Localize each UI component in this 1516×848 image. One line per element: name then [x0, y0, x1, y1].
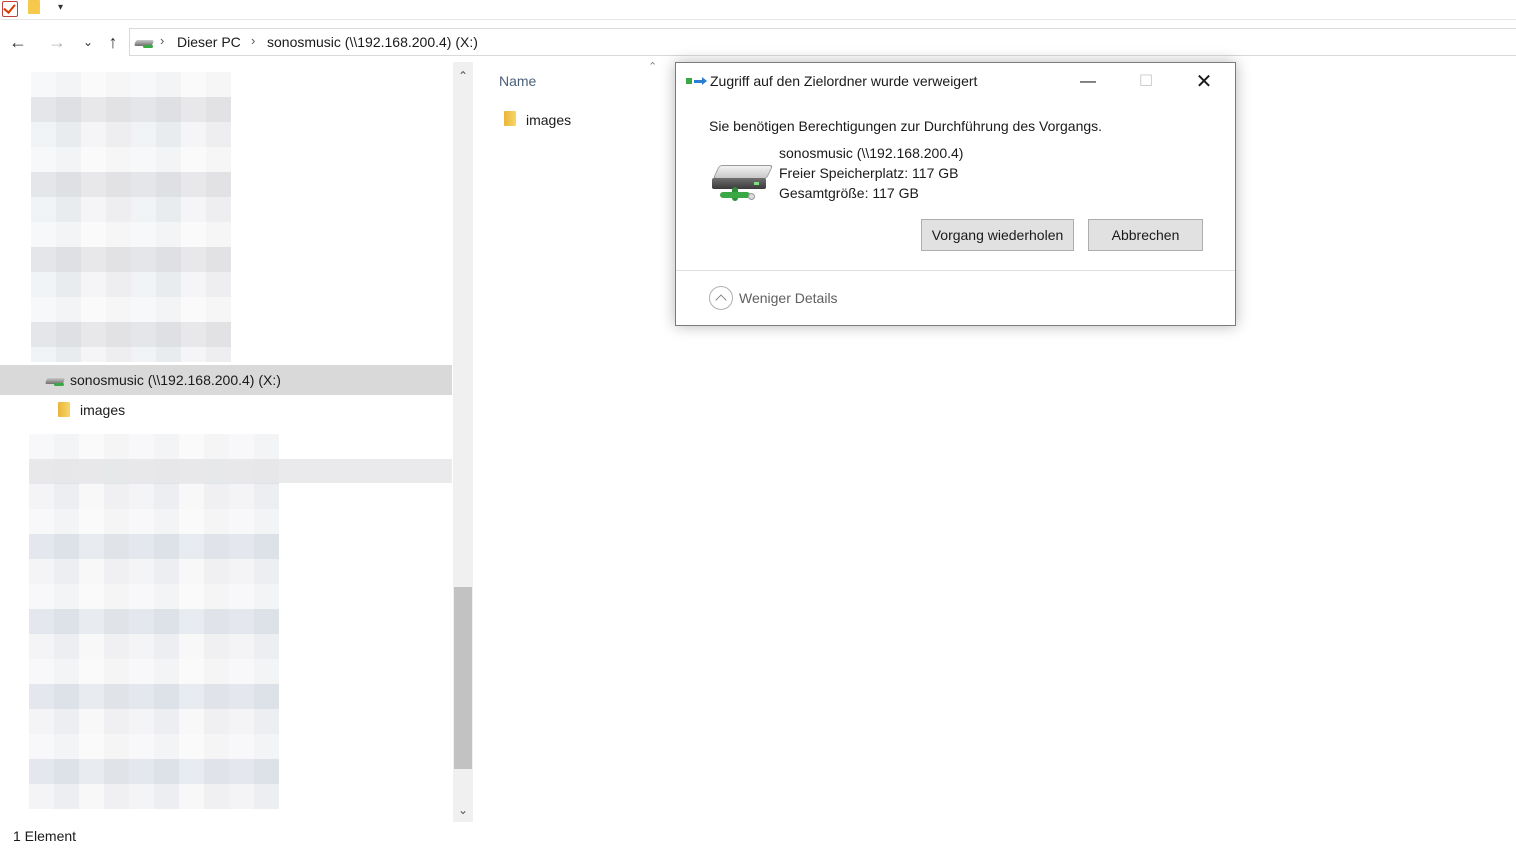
up-arrow-up-icon[interactable]: ↑ — [102, 30, 124, 54]
quick-access-toolbar: ▾ — [0, 0, 1516, 20]
sort-ascending-icon: ⌃ — [648, 61, 658, 73]
navigation-pane-scrollbar[interactable]: ⌃ ⌄ — [453, 62, 473, 822]
scroll-down-chevron-icon[interactable]: ⌄ — [453, 800, 473, 820]
minimize-icon[interactable]: — — [1060, 64, 1116, 100]
chevron-right-icon[interactable]: › — [160, 33, 164, 48]
scrollbar-thumb[interactable] — [454, 587, 472, 769]
back-arrow-left-icon[interactable]: ← — [7, 30, 29, 54]
properties-checkbox-icon[interactable] — [2, 1, 18, 17]
maximize-icon[interactable]: ☐ — [1118, 64, 1174, 100]
folder-icon — [58, 402, 70, 417]
dialog-message: Sie benötigen Berechtigungen zur Durchfü… — [709, 118, 1103, 134]
access-denied-dialog: Zugriff auf den Zielordner wurde verweig… — [675, 62, 1236, 326]
navigation-pane: sonosmusic (\\192.168.200.4) (X:) images — [0, 62, 452, 822]
dialog-title: Zugriff auf den Zielordner wurde verweig… — [710, 73, 978, 89]
network-drive-icon — [133, 38, 155, 48]
redacted-tree-items-bottom-shade — [29, 434, 279, 809]
customize-toolbar-chevron-down-icon[interactable]: ▾ — [58, 2, 74, 18]
retry-button[interactable]: Vorgang wiederholen — [921, 219, 1074, 251]
tree-item-label: sonosmusic (\\192.168.200.4) (X:) — [70, 372, 281, 388]
recent-locations-chevron-down-icon[interactable]: ⌄ — [77, 30, 99, 54]
drive-name: sonosmusic (\\192.168.200.4) — [779, 145, 964, 161]
tree-item-images[interactable]: images — [0, 395, 452, 425]
chevron-right-icon[interactable]: › — [251, 33, 255, 48]
chevron-up-circle-icon[interactable] — [709, 286, 733, 310]
forward-arrow-right-icon[interactable]: → — [46, 30, 68, 54]
tree-item-label: images — [80, 402, 126, 418]
network-drive-icon — [710, 161, 774, 205]
drive-free-space: Freier Speicherplatz: 117 GB — [779, 165, 959, 181]
tree-item-sonosmusic-drive[interactable]: sonosmusic (\\192.168.200.4) (X:) — [0, 365, 452, 395]
redacted-tree-row — [29, 459, 452, 483]
file-list-item[interactable]: images — [495, 108, 665, 132]
file-item-label: images — [526, 112, 572, 128]
address-bar[interactable]: › Dieser PC › sonosmusic (\\192.168.200.… — [129, 28, 1516, 56]
cancel-button[interactable]: Abbrechen — [1088, 219, 1203, 251]
network-drive-icon — [44, 376, 66, 386]
folder-icon — [504, 111, 516, 126]
drive-total-size: Gesamtgröße: 117 GB — [779, 185, 919, 201]
new-folder-icon[interactable] — [28, 0, 40, 14]
less-details-label[interactable]: Weniger Details — [739, 290, 838, 306]
status-item-count: 1 Element — [13, 828, 77, 844]
scroll-up-chevron-icon[interactable]: ⌃ — [453, 66, 473, 86]
close-icon[interactable]: ✕ — [1176, 64, 1232, 100]
redacted-tree-items-top-shade — [31, 72, 231, 362]
dialog-divider — [676, 270, 1235, 271]
breadcrumb-sonosmusic[interactable]: sonosmusic (\\192.168.200.4) (X:) — [267, 34, 478, 50]
column-header-name[interactable]: Name — [499, 73, 536, 89]
file-transfer-icon — [686, 77, 707, 89]
navigation-bar: ← → ⌄ ↑ › Dieser PC › sonosmusic (\\192.… — [0, 28, 1516, 56]
breadcrumb-dieser-pc[interactable]: Dieser PC — [177, 34, 241, 50]
